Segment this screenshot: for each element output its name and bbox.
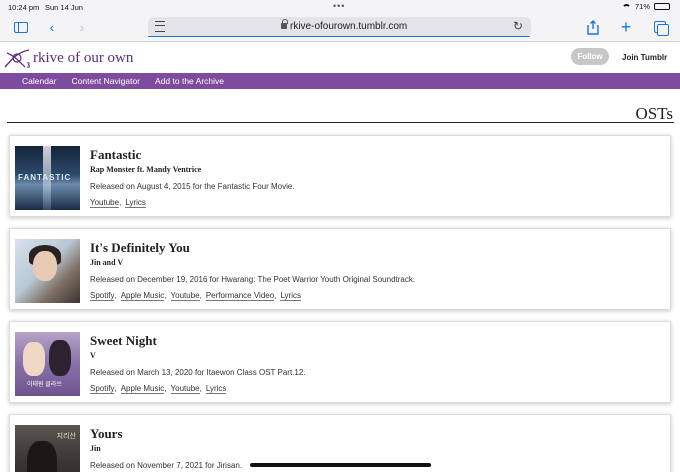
link-apple-music[interactable]: Apple Music xyxy=(120,291,165,301)
link-youtube[interactable]: Youtube xyxy=(90,198,120,208)
page-title: OSTs xyxy=(635,104,673,123)
ost-release-info: Released on August 4, 2015 for the Fanta… xyxy=(90,182,295,191)
status-time: 10:24 pm xyxy=(8,3,40,12)
sidebar-icon xyxy=(14,21,28,33)
ost-release-info: Released on November 7, 2021 for Jirisan… xyxy=(90,461,243,470)
archive-logo-icon[interactable] xyxy=(3,47,33,69)
ost-artist: Jin xyxy=(90,444,101,453)
cover-figure-left xyxy=(23,342,45,376)
ost-release-info: Released on March 13, 2020 for Itaewon C… xyxy=(90,368,306,377)
cover-figure xyxy=(27,441,57,472)
ost-title: Sweet Night xyxy=(90,333,157,348)
link-youtube[interactable]: Youtube xyxy=(170,384,200,394)
new-tab-button[interactable]: + xyxy=(618,17,634,37)
album-cover: 이태원 클라쓰 xyxy=(15,332,80,396)
ost-card: FANTASTIC Fantastic Rap Monster ft. Mand… xyxy=(9,135,671,217)
status-right: 71% xyxy=(621,2,670,11)
link-spotify[interactable]: Spotify xyxy=(90,291,115,301)
home-indicator[interactable] xyxy=(250,463,431,467)
battery-icon xyxy=(654,3,670,10)
link-performance-video[interactable]: Performance Video xyxy=(205,291,275,301)
reload-icon[interactable]: ↻ xyxy=(513,19,523,33)
chevron-left-icon: ‹ xyxy=(49,19,55,35)
ost-title: It's Definitely You xyxy=(90,240,190,255)
share-button[interactable] xyxy=(585,17,601,37)
site-nav: Calendar Content Navigator Add to the Ar… xyxy=(0,73,680,89)
browser-toolbar: ‹ › rkive-ofourown.tumblr.com ↻ + xyxy=(0,14,680,42)
link-youtube[interactable]: Youtube xyxy=(170,291,200,301)
sidebar-toggle-button[interactable] xyxy=(12,17,30,37)
url-text: rkive-ofourown.tumblr.com xyxy=(290,21,408,32)
album-cover: FANTASTIC xyxy=(15,146,80,210)
reader-view-icon[interactable] xyxy=(155,21,165,32)
ost-artist: Jin and V xyxy=(90,258,124,267)
wifi-icon xyxy=(621,3,631,10)
heading-divider xyxy=(7,122,674,123)
back-button[interactable]: ‹ xyxy=(45,17,59,37)
chevron-right-icon: › xyxy=(79,19,85,35)
ost-card: 이태원 클라쓰 Sweet Night V Released on March … xyxy=(9,321,671,403)
tabs-overview-button[interactable] xyxy=(652,17,669,37)
nav-item-content-navigator[interactable]: Content Navigator xyxy=(72,76,141,86)
status-date: Sun 14 Jun xyxy=(45,3,83,12)
share-icon xyxy=(587,19,599,35)
tabs-icon xyxy=(654,21,669,36)
ost-artist: V xyxy=(90,351,96,360)
ost-release-info: Released on December 19, 2016 for Hwaran… xyxy=(90,275,416,284)
follow-button[interactable]: Follow xyxy=(571,48,609,65)
cover-figure-right xyxy=(49,340,71,376)
cover-figure-face xyxy=(33,251,57,281)
cover-text: 이태원 클라쓰 xyxy=(27,382,62,388)
cover-text: FANTASTIC xyxy=(18,173,72,182)
ost-card: It's Definitely You Jin and V Released o… xyxy=(9,228,671,310)
lock-icon xyxy=(281,19,288,29)
cover-text: 지리산 xyxy=(56,433,76,440)
link-apple-music[interactable]: Apple Music xyxy=(120,384,165,394)
link-lyrics[interactable]: Lyrics xyxy=(205,384,227,394)
loading-progress xyxy=(148,35,530,37)
link-lyrics[interactable]: Lyrics xyxy=(125,198,146,208)
ost-artist: Rap Monster ft. Mandy Ventrice xyxy=(90,165,202,174)
battery-percent: 71% xyxy=(634,2,650,11)
link-lyrics[interactable]: Lyrics xyxy=(280,291,301,301)
album-cover: 지리산 xyxy=(15,425,80,472)
ost-title: Yours xyxy=(90,426,123,441)
forward-button[interactable]: › xyxy=(75,17,89,37)
site-header: rkive of our own Follow Join Tumblr xyxy=(0,43,680,73)
link-spotify[interactable]: Spotify xyxy=(90,384,115,394)
address-bar[interactable]: rkive-ofourown.tumblr.com ↻ xyxy=(148,17,531,37)
site-title[interactable]: rkive of our own xyxy=(33,50,133,67)
nav-item-calendar[interactable]: Calendar xyxy=(22,76,57,86)
ost-links: Spotify, Apple Music, Youtube, Lyrics xyxy=(90,384,227,394)
ost-links: Spotify, Apple Music, Youtube, Performan… xyxy=(90,291,301,301)
status-bar: 10:24 pm Sun 14 Jun ••• 71% xyxy=(0,0,680,14)
album-cover xyxy=(15,239,80,303)
plus-icon: + xyxy=(620,16,632,37)
nav-item-add-to-archive[interactable]: Add to the Archive xyxy=(155,76,224,86)
join-tumblr-link[interactable]: Join Tumblr xyxy=(622,53,667,62)
multitasking-dots-icon[interactable]: ••• xyxy=(333,1,345,11)
ost-links: Youtube, Lyrics xyxy=(90,198,146,208)
ost-title: Fantastic xyxy=(90,147,142,162)
